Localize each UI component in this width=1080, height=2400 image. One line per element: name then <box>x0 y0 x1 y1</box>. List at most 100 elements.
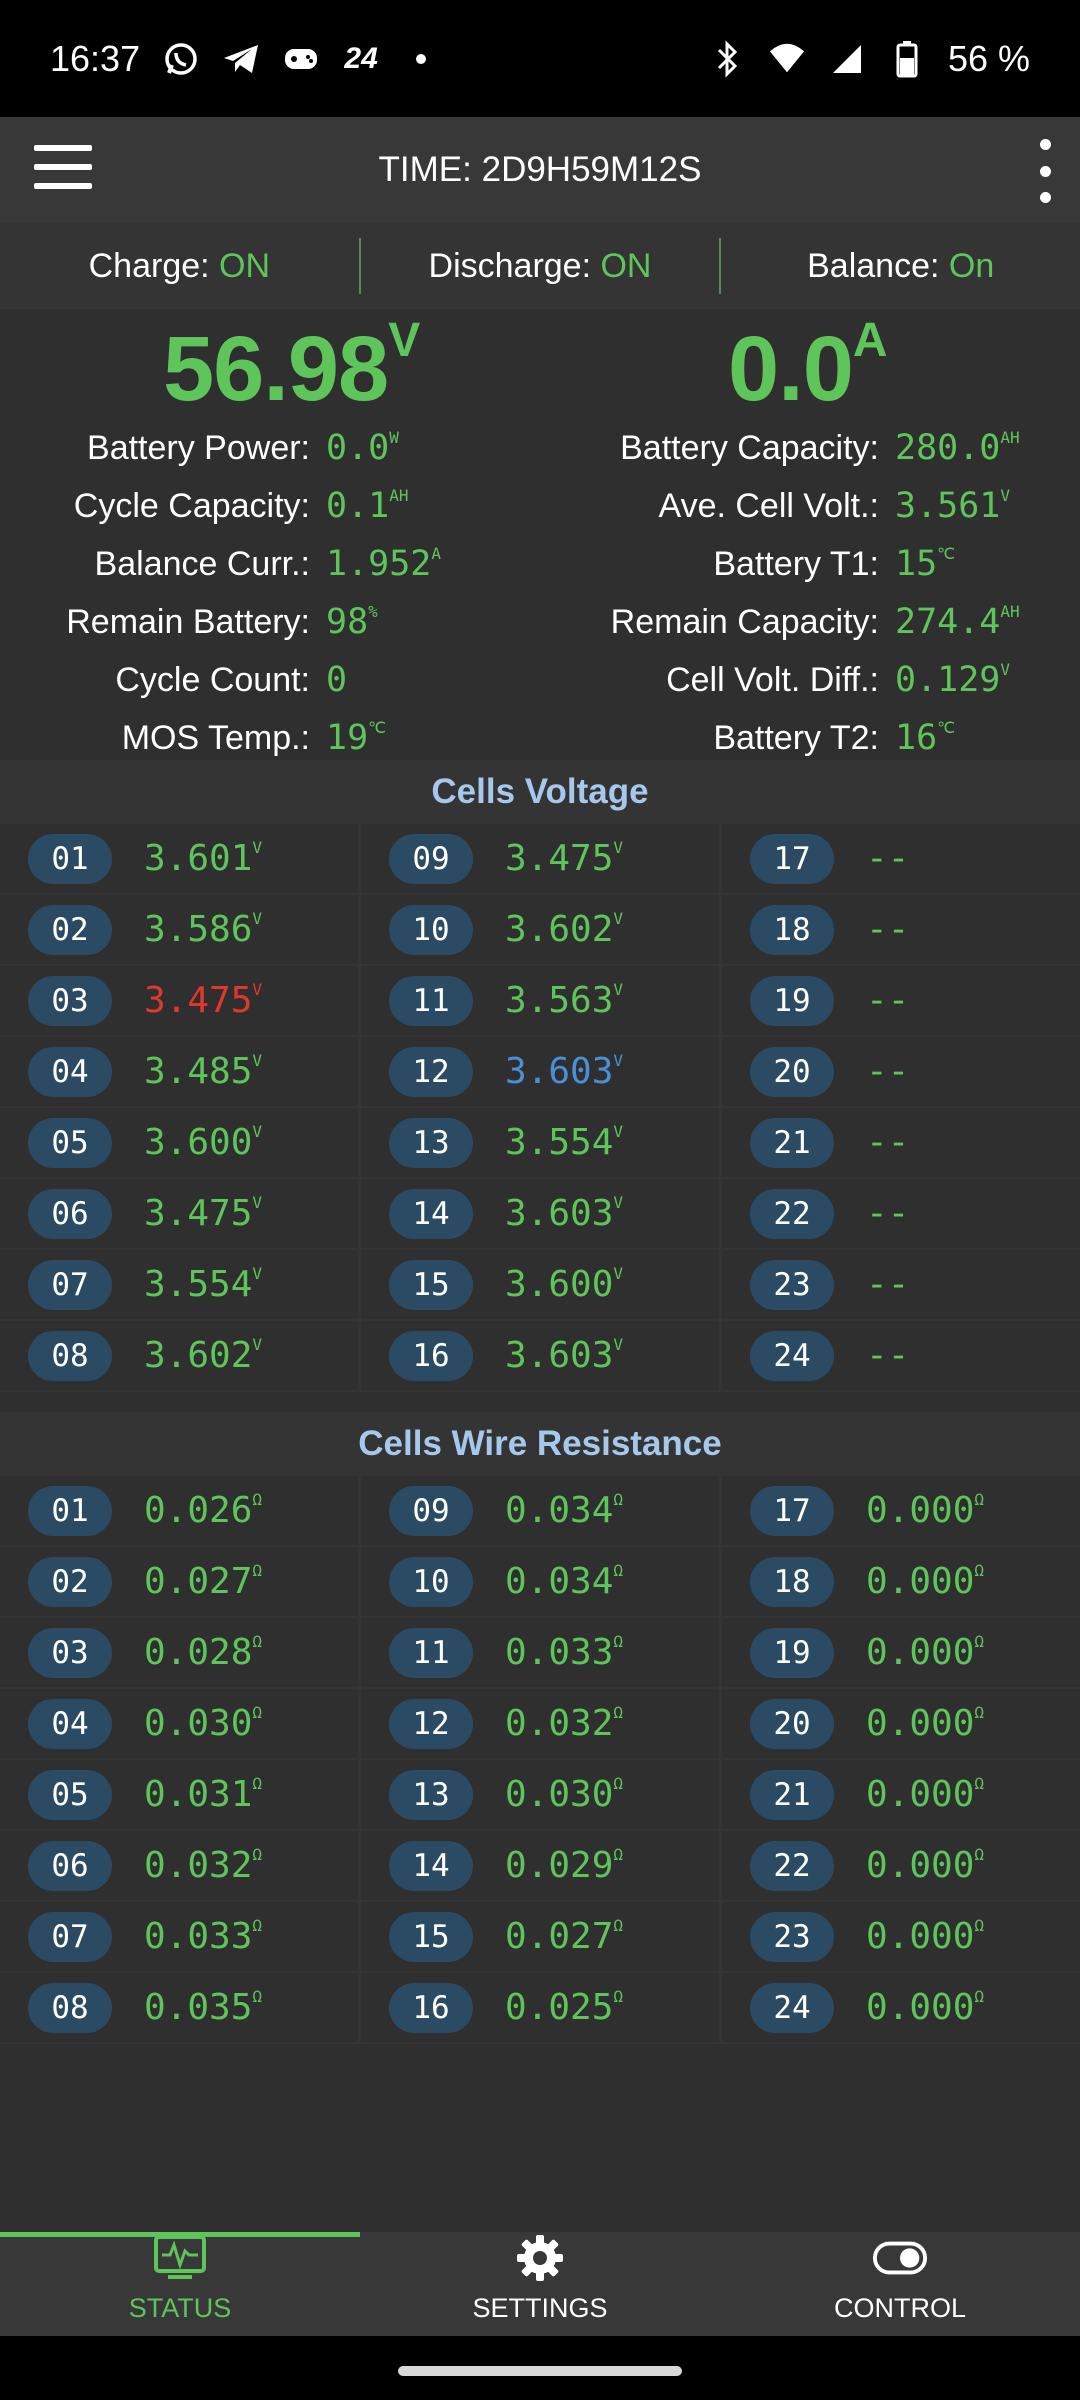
battery-summary: 56.98V 0.0A Battery Power: 0.0W Cycle Capa… <box>0 309 1080 759</box>
cell-value: 0.032Ω <box>144 1845 263 1886</box>
cell-column: 01 3.601V 02 3.586V 03 3.475V 04 3.485V 05 3.600V… <box>0 824 358 1392</box>
cell-value: -- <box>866 1335 910 1376</box>
status-time: 16:37 <box>50 37 141 79</box>
cell-column: 09 0.034Ω 10 0.034Ω 11 0.033Ω 12 0.032Ω 13 0.030Ω… <box>361 1476 719 2044</box>
stat-row: Battery T1: 15℃ <box>540 535 1020 593</box>
cell-number-badge: 15 <box>389 1911 473 1962</box>
cell-value: -- <box>866 909 910 950</box>
cell-number-badge: 23 <box>750 1259 834 1310</box>
cell-item: 01 3.601V <box>0 824 358 893</box>
stat-value: 0.1AH <box>326 486 409 526</box>
cell-number-badge: 02 <box>28 1556 112 1607</box>
stat-value: 3.561V <box>895 486 1010 526</box>
cell-item: 13 3.554V <box>361 1108 719 1177</box>
cell-item: 06 0.032Ω <box>0 1831 358 1900</box>
stat-label: Battery T2: <box>713 718 879 757</box>
stat-value: 98% <box>326 602 378 642</box>
cell-item: 03 3.475V <box>0 966 358 1035</box>
cell-item: 24 0.000Ω <box>722 1973 1080 2042</box>
cell-value: 0.000Ω <box>866 1632 985 1673</box>
cell-number-badge: 12 <box>389 1698 473 1749</box>
cell-number-badge: 19 <box>750 975 834 1026</box>
stat-label: Cycle Count: <box>115 660 310 699</box>
tab-status[interactable]: STATUS <box>0 2232 360 2336</box>
cell-number-badge: 07 <box>28 1259 112 1310</box>
gear-icon <box>512 2233 568 2283</box>
stats-right: Battery Capacity: 280.0AH Ave. Cell Volt.:… <box>540 419 1020 767</box>
cell-number-badge: 17 <box>750 1485 834 1536</box>
cell-signal-icon <box>828 40 866 78</box>
cell-item: 20 -- <box>722 1037 1080 1106</box>
cell-value: 3.602V <box>144 1335 263 1376</box>
cell-number-badge: 22 <box>750 1840 834 1891</box>
hamburger-menu-icon[interactable] <box>34 145 92 195</box>
cell-number-badge: 03 <box>28 975 112 1026</box>
cell-value: 0.035Ω <box>144 1987 263 2028</box>
cell-number-badge: 13 <box>389 1769 473 1820</box>
cell-item: 16 3.603V <box>361 1321 719 1390</box>
stat-label: Balance Curr.: <box>94 544 310 583</box>
cell-item: 02 3.586V <box>0 895 358 964</box>
cell-item: 09 3.475V <box>361 824 719 893</box>
cell-item: 20 0.000Ω <box>722 1689 1080 1758</box>
cell-value: 0.027Ω <box>505 1916 624 1957</box>
cell-item: 11 0.033Ω <box>361 1618 719 1687</box>
cell-value: -- <box>866 1122 910 1163</box>
stat-label: Battery Power: <box>87 428 310 467</box>
cell-value: 0.033Ω <box>144 1916 263 1957</box>
switch-status-row: Charge: ON Discharge: ON Balance: On <box>0 223 1080 309</box>
cell-item: 14 0.029Ω <box>361 1831 719 1900</box>
game-controller-icon <box>282 40 320 78</box>
cells-resistance-section: Cells Wire Resistance 01 0.026Ω 02 0.027Ω 03… <box>0 1412 1080 2044</box>
more-options-icon[interactable] <box>1030 139 1060 203</box>
cell-value: -- <box>866 1051 910 1092</box>
cell-item: 21 0.000Ω <box>722 1760 1080 1829</box>
home-gesture-handle[interactable] <box>398 2366 682 2376</box>
cell-number-badge: 09 <box>389 833 473 884</box>
cell-item: 08 3.602V <box>0 1321 358 1390</box>
cell-item: 10 0.034Ω <box>361 1547 719 1616</box>
cell-item: 10 3.602V <box>361 895 719 964</box>
stat-value: 1.952A <box>326 544 441 584</box>
stat-label: Cell Volt. Diff.: <box>666 660 879 699</box>
cell-number-badge: 21 <box>750 1117 834 1168</box>
cell-value: -- <box>866 1264 910 1305</box>
cell-value: 0.000Ω <box>866 1490 985 1531</box>
status-monitor-icon <box>152 2233 208 2283</box>
cell-value: 0.026Ω <box>144 1490 263 1531</box>
cell-number-badge: 07 <box>28 1911 112 1962</box>
cell-number-badge: 14 <box>389 1188 473 1239</box>
stats-left: Battery Power: 0.0W Cycle Capacity: 0.1AH Ba… <box>0 419 441 767</box>
cell-item: 12 3.603V <box>361 1037 719 1106</box>
stat-label: Remain Battery: <box>66 602 310 641</box>
cell-number-badge: 03 <box>28 1627 112 1678</box>
cell-value: 0.000Ω <box>866 1703 985 1744</box>
cell-number-badge: 15 <box>389 1259 473 1310</box>
cell-value: -- <box>866 838 910 879</box>
cell-value: 0.000Ω <box>866 1845 985 1886</box>
charge-status: Charge: ON <box>88 246 271 285</box>
battery-percent: 56 % <box>947 37 1030 79</box>
cell-item: 03 0.028Ω <box>0 1618 358 1687</box>
cell-number-badge: 17 <box>750 833 834 884</box>
system-status-bar: 16:37 24 56 % <box>0 0 1080 117</box>
wifi-icon <box>768 40 806 78</box>
stat-row: Battery Power: 0.0W <box>0 419 441 477</box>
cell-item: 17 0.000Ω <box>722 1476 1080 1545</box>
tab-settings[interactable]: SETTINGS <box>360 2232 720 2336</box>
cell-number-badge: 24 <box>750 1330 834 1381</box>
cell-item: 21 -- <box>722 1108 1080 1177</box>
cell-number-badge: 24 <box>750 1982 834 2033</box>
cell-item: 06 3.475V <box>0 1179 358 1248</box>
app-bar: TIME: 2D9H59M12S <box>0 117 1080 223</box>
total-voltage: 56.98V <box>163 314 420 420</box>
cell-value: 3.603V <box>505 1335 624 1376</box>
cell-value: 3.603V <box>505 1051 624 1092</box>
stat-row: Remain Capacity: 274.4AH <box>540 593 1020 651</box>
tab-control[interactable]: CONTROL <box>720 2232 1080 2336</box>
cell-item: 16 0.025Ω <box>361 1973 719 2042</box>
cell-value: -- <box>866 980 910 1021</box>
cell-number-badge: 05 <box>28 1117 112 1168</box>
cell-number-badge: 04 <box>28 1698 112 1749</box>
cell-column: 09 3.475V 10 3.602V 11 3.563V 12 3.603V 13 3.554V… <box>361 824 719 1392</box>
